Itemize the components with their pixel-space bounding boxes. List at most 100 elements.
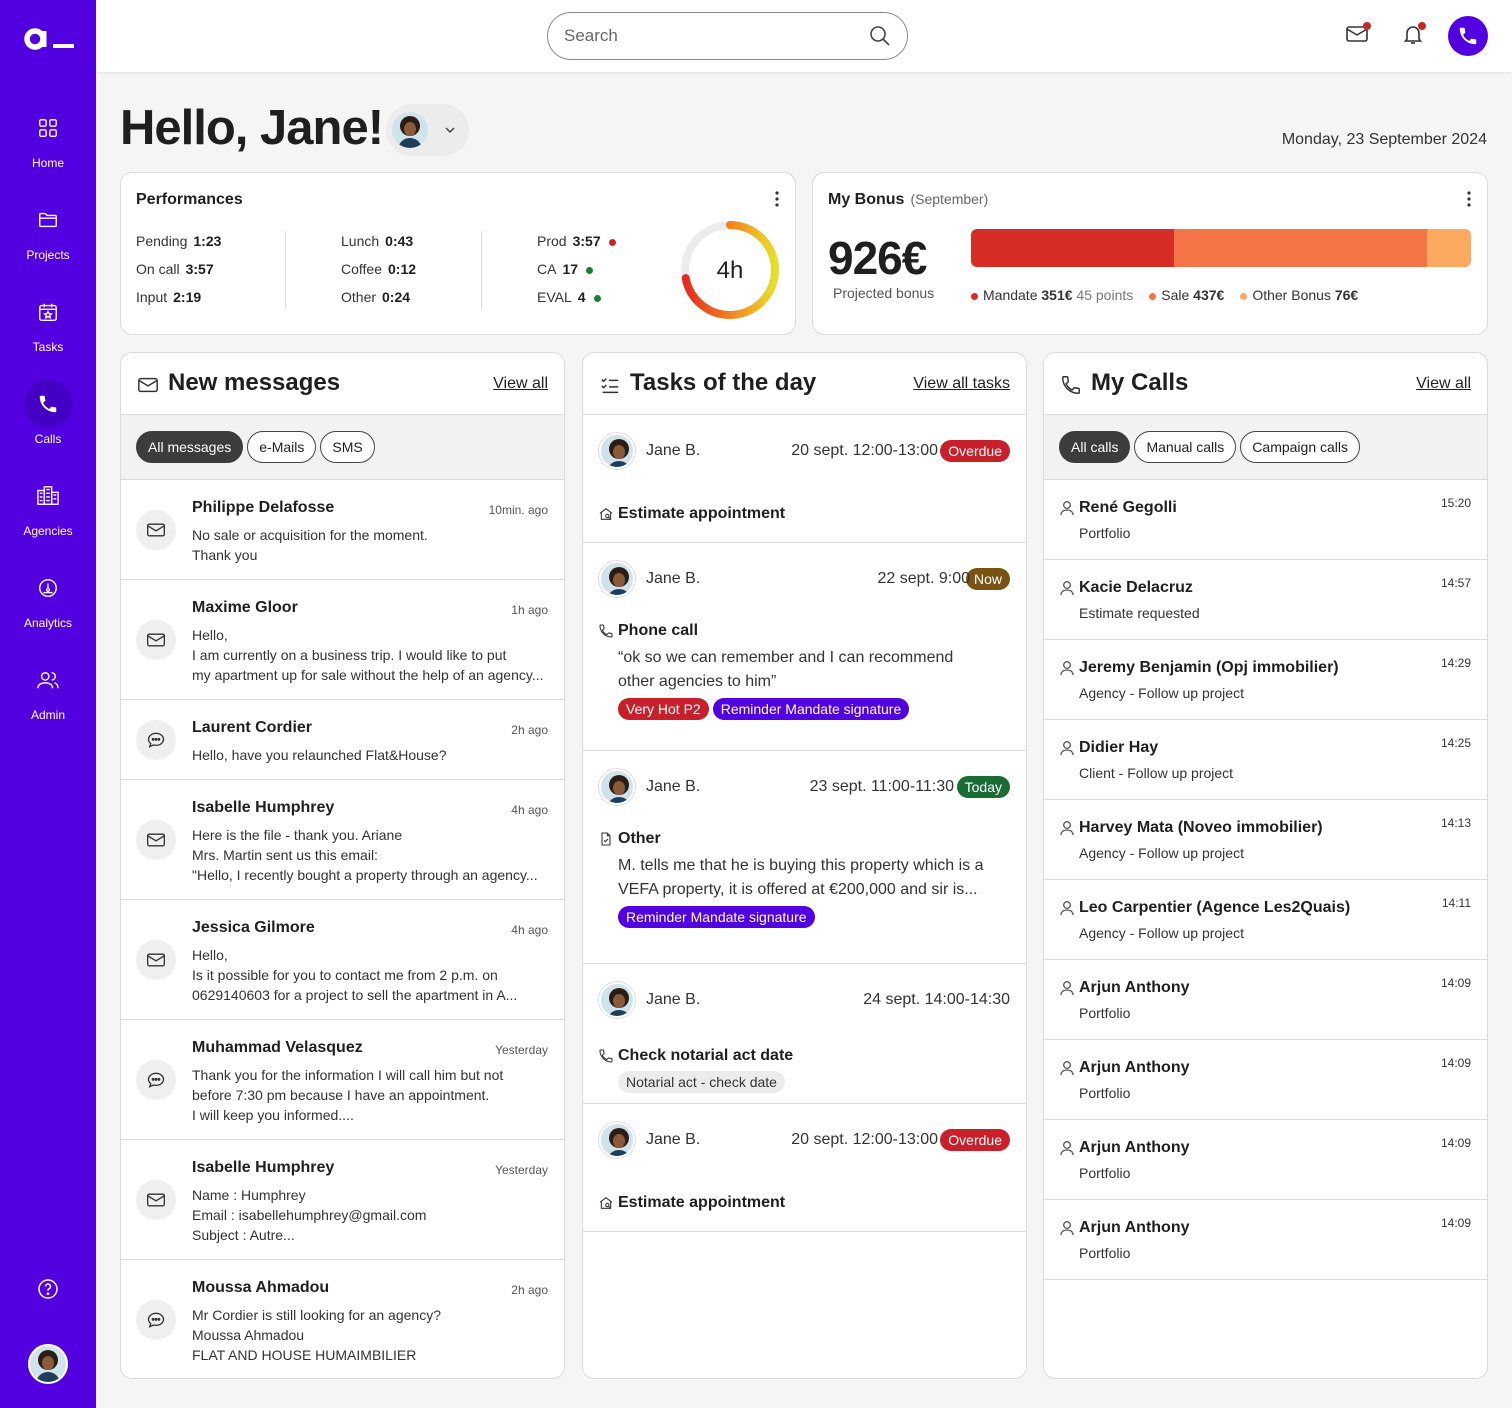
task-tag[interactable]: Notarial act - check date: [618, 1071, 785, 1093]
bell-icon[interactable]: [1401, 22, 1429, 50]
task-list-icon: [599, 374, 621, 396]
avatar: [599, 1122, 635, 1158]
panel-title: Tasks of the day: [630, 369, 817, 396]
message-item[interactable]: Jessica Gilmore 4h ago Hello, Is it possibl…: [121, 900, 564, 1020]
task-item[interactable]: Jane B. Overdue 20 sept. 12:00-13:00 Estima…: [583, 415, 1026, 543]
message-item[interactable]: Laurent Cordier 2h ago Hello, have you rel…: [121, 700, 564, 780]
avatar: [599, 561, 635, 597]
call-item[interactable]: Jeremy Benjamin (Opj immobilier) Agency -…: [1044, 640, 1487, 720]
view-all-tasks-link[interactable]: View all tasks: [913, 375, 1010, 393]
mail-icon[interactable]: [1345, 22, 1373, 50]
task-tag[interactable]: Reminder Mandate signature: [712, 698, 910, 720]
stat-prod: Prod 3:57: [537, 233, 616, 249]
card-title: My Bonus (September): [828, 191, 988, 209]
stat-value: 2:19: [173, 289, 202, 305]
bonus-segment-mandate: [971, 229, 1175, 267]
nav-item-home[interactable]: Home: [0, 104, 96, 176]
description-line: VEFA property, it is offered at €200,000…: [618, 881, 978, 898]
buildings-icon: [24, 472, 72, 520]
message-item[interactable]: Isabelle Humphrey 4h ago Here is the file …: [121, 780, 564, 900]
message-line: No sale or acquisition for the moment.: [192, 527, 428, 543]
bonus-card: My Bonus (September) 926€ Projected bonus…: [812, 172, 1488, 335]
more-options-icon[interactable]: [775, 191, 779, 207]
filter-chip-all-messages[interactable]: All messages: [136, 431, 244, 463]
profile-selector[interactable]: [386, 104, 469, 156]
users-icon: [24, 656, 72, 704]
card-title: Performances: [136, 191, 243, 208]
panel-header: Tasks of the day View all tasks: [583, 353, 1026, 415]
filter-chip-all-calls[interactable]: All calls: [1059, 431, 1131, 463]
call-item[interactable]: Didier Hay Client - Follow up project 14:2…: [1044, 720, 1487, 800]
nav-label: Tasks: [32, 340, 64, 354]
task-item[interactable]: Jane B. Overdue 20 sept. 12:00-13:00 Estima…: [583, 1104, 1026, 1232]
nav-item-admin[interactable]: Admin: [0, 656, 96, 728]
stat-lunch: Lunch 0:43: [341, 233, 413, 249]
task-item[interactable]: Jane B. Now 22 sept. 9:00 Phone call “ok so …: [583, 543, 1026, 751]
person-icon: [1060, 660, 1074, 676]
call-item[interactable]: Arjun Anthony Portfolio 14:09: [1044, 1200, 1487, 1280]
nav-item-agencies[interactable]: Agencies: [0, 472, 96, 544]
task-item[interactable]: Jane B. Today 23 sept. 11:00-11:30 Other M. …: [583, 751, 1026, 964]
call-item[interactable]: Leo Carpentier (Agence Les2Quais) Agency …: [1044, 880, 1487, 960]
bonus-stacked-bar: [971, 229, 1471, 267]
nav-item-analytics[interactable]: Analytics: [0, 564, 96, 636]
filter-chip-manual-calls[interactable]: Manual calls: [1134, 431, 1237, 463]
mail-icon: [136, 1180, 176, 1220]
view-all-calls-link[interactable]: View all: [1416, 375, 1471, 393]
message-item[interactable]: Moussa Ahmadou 2h ago Mr Cordier is still …: [121, 1260, 564, 1378]
message-line: Thank you: [192, 547, 258, 563]
app-logo[interactable]: [24, 28, 76, 50]
filter-chip-campaign-calls[interactable]: Campaign calls: [1240, 431, 1361, 463]
call-button[interactable]: [1448, 16, 1488, 56]
chat-bubble-icon: [136, 1060, 176, 1100]
search-icon[interactable]: [869, 25, 891, 47]
filter-chip-sms[interactable]: SMS: [320, 431, 375, 463]
call-item[interactable]: Kacie Delacruz Estimate requested 14:57: [1044, 560, 1487, 640]
phone-icon: [598, 1048, 614, 1064]
view-all-messages-link[interactable]: View all: [493, 375, 548, 393]
task-datetime: 20 sept. 12:00-13:00: [791, 1131, 938, 1148]
task-assignee: Jane B.: [646, 778, 701, 795]
call-item[interactable]: Arjun Anthony Portfolio 14:09: [1044, 1120, 1487, 1200]
message-preview: Thank you for the information I will cal…: [192, 1065, 549, 1125]
message-item[interactable]: Muhammad Velasquez Yesterday Thank you for…: [121, 1020, 564, 1140]
bonus-legend: Mandate 351€ 45 points Sale 437€ Other Bon…: [971, 287, 1374, 303]
search-input[interactable]: [564, 26, 869, 46]
call-item[interactable]: Arjun Anthony Portfolio 14:09: [1044, 960, 1487, 1040]
call-item[interactable]: René Gegolli Portfolio 15:20: [1044, 480, 1487, 560]
call-time: 14:09: [1440, 1136, 1471, 1150]
call-item[interactable]: Harvey Mata (Noveo immobilier) Agency - F…: [1044, 800, 1487, 880]
call-item[interactable]: Arjun Anthony Portfolio 14:09: [1044, 1040, 1487, 1120]
stat-label: EVAL: [537, 289, 572, 305]
message-item[interactable]: Maxime Gloor 1h ago Hello, I am currently o…: [121, 580, 564, 700]
time-gauge: 4h: [679, 219, 781, 321]
nav-item-projects[interactable]: Projects: [0, 196, 96, 268]
gauge-icon: [24, 564, 72, 612]
search-box[interactable]: [547, 12, 908, 60]
call-context: Portfolio: [1079, 1245, 1131, 1261]
sidebar: Home Projects Tasks Calls Agencies Analytics A…: [0, 0, 96, 1408]
task-assignee: Jane B.: [646, 570, 701, 587]
grid-icon: [24, 104, 72, 152]
gauge-label: 4h: [717, 257, 744, 284]
house-icon: [598, 1195, 614, 1211]
user-avatar[interactable]: [28, 1344, 68, 1384]
filter-chip-e-mails[interactable]: e-Mails: [247, 431, 317, 463]
help-icon[interactable]: [36, 1277, 60, 1301]
task-tag[interactable]: Reminder Mandate signature: [618, 906, 815, 928]
more-options-icon[interactable]: [1467, 191, 1471, 207]
nav-item-tasks[interactable]: Tasks: [0, 288, 96, 360]
message-time: 2h ago: [511, 1283, 548, 1297]
message-preview: Hello, have you relaunched Flat&House?: [192, 745, 549, 765]
stat-value: 3:57: [572, 233, 601, 249]
task-description: M. tells me that he is buying this prope…: [618, 854, 1018, 902]
mail-icon: [136, 940, 176, 980]
task-tag[interactable]: Very Hot P2: [618, 698, 709, 720]
message-line: Subject : Autre...: [192, 1227, 295, 1243]
message-item[interactable]: Philippe Delafosse 10min. ago No sale or a…: [121, 480, 564, 580]
mail-icon: [136, 510, 176, 550]
message-item[interactable]: Isabelle Humphrey Yesterday Name : Humphre…: [121, 1140, 564, 1260]
nav-item-calls[interactable]: Calls: [0, 380, 96, 452]
task-item[interactable]: Jane B. 24 sept. 14:00-14:30 Check notaria…: [583, 964, 1026, 1104]
divider: [481, 231, 482, 309]
